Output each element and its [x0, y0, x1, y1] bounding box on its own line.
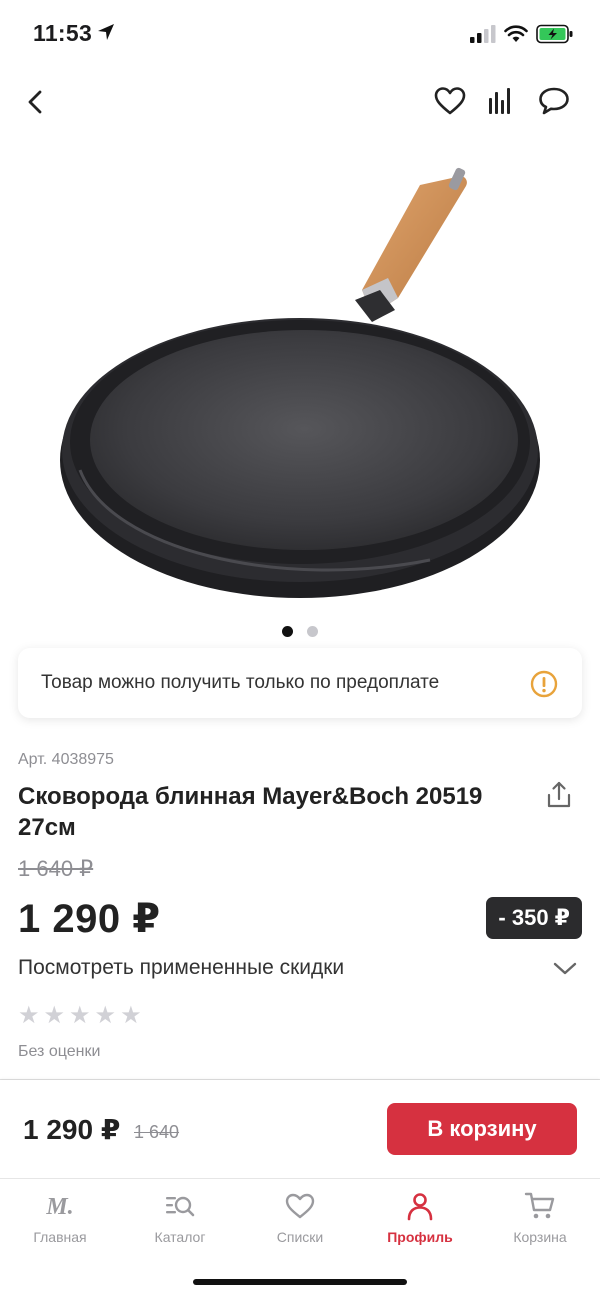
tab-cart[interactable]: Корзина — [480, 1189, 600, 1255]
star-icon: ★ — [69, 1002, 91, 1029]
gallery-dot[interactable] — [307, 626, 318, 637]
product-header — [0, 80, 600, 124]
current-price: 1 290 ₽ — [18, 897, 161, 941]
wifi-icon — [504, 25, 528, 42]
share-icon[interactable] — [545, 780, 573, 810]
star-icon: ★ — [18, 1002, 40, 1029]
heart-icon — [285, 1193, 315, 1219]
back-icon[interactable] — [22, 88, 50, 116]
location-arrow-icon — [98, 24, 114, 40]
buy-bar-old-price: 1 640 — [134, 1122, 180, 1142]
status-time: 11:53 — [33, 20, 93, 46]
home-indicator[interactable] — [193, 1279, 407, 1285]
chat-icon[interactable] — [538, 86, 570, 116]
tab-profile-label: Профиль — [387, 1229, 453, 1245]
signal-icon — [470, 25, 496, 43]
old-price: 1 640 ₽ — [18, 856, 94, 881]
chevron-down-icon[interactable] — [552, 956, 578, 982]
prepayment-notice-text: Товар можно получить только по предоплат… — [41, 672, 440, 693]
tab-lists[interactable]: Списки — [240, 1189, 360, 1255]
heart-icon[interactable] — [434, 86, 466, 116]
star-icon: ★ — [120, 1002, 142, 1029]
tab-profile[interactable]: Профиль — [360, 1189, 480, 1255]
tab-catalog-label: Каталог — [154, 1229, 206, 1245]
status-indicators — [470, 24, 574, 44]
buy-bar: 1 290 ₽ 1 640 В корзину — [0, 1080, 600, 1178]
add-to-cart-button[interactable]: В корзину — [387, 1103, 577, 1155]
prepayment-notice: Товар можно получить только по предоплат… — [18, 648, 582, 718]
cart-icon — [524, 1192, 555, 1219]
tab-cart-label: Корзина — [513, 1229, 567, 1245]
gallery-dot-active[interactable] — [282, 626, 293, 637]
tab-lists-label: Списки — [276, 1229, 324, 1245]
star-icon: ★ — [94, 1002, 117, 1029]
tab-home[interactable]: M. Главная — [0, 1189, 120, 1255]
applied-discounts-label: Посмотреть примененные скидки — [18, 956, 345, 979]
tab-home-label: Главная — [33, 1229, 87, 1245]
rating-text: Без оценки — [18, 1043, 101, 1060]
profile-icon — [407, 1193, 433, 1221]
product-image[interactable] — [0, 150, 600, 610]
product-sku: Арт. 4038975 — [18, 751, 114, 768]
compare-icon[interactable] — [488, 86, 514, 116]
logo-m-icon: M. — [45, 1194, 73, 1220]
discount-badge: - 350 ₽ — [486, 897, 582, 939]
buy-bar-price: 1 290 ₽ — [23, 1114, 121, 1145]
star-icon: ★ — [43, 1002, 66, 1029]
applied-discounts-toggle[interactable]: Посмотреть примененные скидки — [0, 948, 600, 990]
product-title: Сковорода блинная Mayer&Boch 20519 27см — [18, 783, 483, 841]
tab-catalog[interactable]: Каталог — [120, 1189, 240, 1255]
catalog-search-icon — [166, 1196, 195, 1217]
svg-text:M.: M. — [45, 1194, 73, 1220]
warning-icon[interactable] — [530, 670, 558, 698]
rating-stars[interactable]: ★ ★ ★ ★ ★ — [18, 1004, 142, 1028]
gallery-pagination — [0, 626, 600, 637]
battery-icon — [536, 24, 573, 44]
status-bar: 11:53 — [0, 0, 600, 70]
